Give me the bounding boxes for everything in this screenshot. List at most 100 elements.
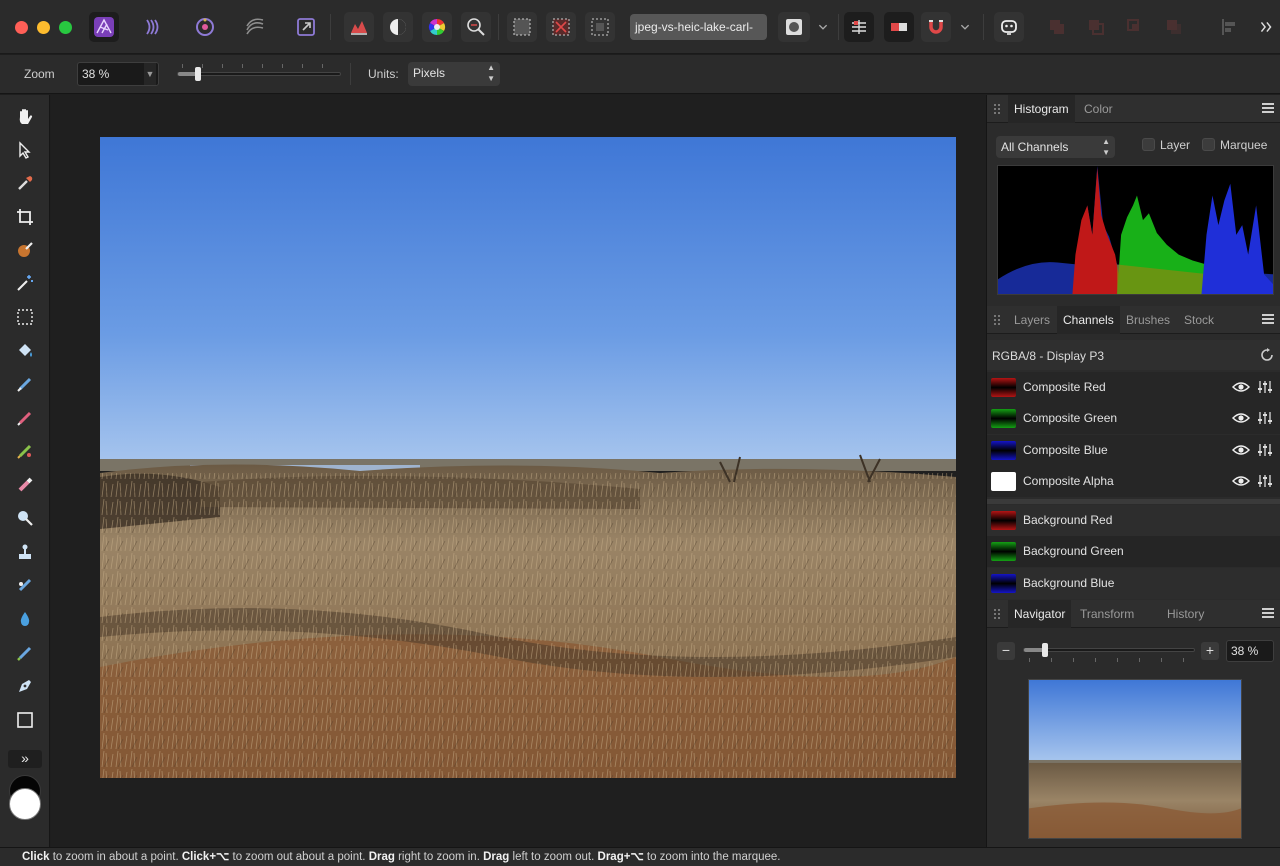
clone-tool[interactable] (12, 539, 38, 565)
canvas-area[interactable] (51, 95, 986, 847)
flood-fill-tool[interactable] (12, 338, 38, 364)
quick-mask-button[interactable] (778, 12, 810, 42)
channel-row[interactable]: Background Red (987, 505, 1280, 536)
inpainting-tool[interactable] (12, 640, 38, 666)
navigator-zoom-in-button[interactable]: + (1201, 642, 1219, 660)
develop-persona-button[interactable] (190, 12, 220, 42)
deselect-button[interactable] (546, 12, 576, 42)
personas-assistant-button[interactable] (994, 12, 1024, 42)
panel-menu-icon[interactable] (1262, 103, 1274, 115)
marquee-tool[interactable] (12, 304, 38, 330)
navigator-zoom-field[interactable]: 38 % (1226, 640, 1274, 662)
auto-colors-button[interactable] (422, 12, 452, 42)
tab-histogram[interactable]: Histogram (1008, 95, 1075, 123)
zoom-slider-thumb[interactable] (195, 67, 201, 81)
channel-label: Composite Alpha (1023, 473, 1114, 488)
boolean-add-button[interactable] (1042, 12, 1072, 42)
channel-row[interactable]: Composite Red (987, 372, 1280, 403)
channel-settings-icon[interactable] (1257, 410, 1273, 426)
navigator-slider-thumb[interactable] (1042, 643, 1048, 657)
channel-row[interactable]: Background Blue (987, 567, 1280, 599)
chevron-down-icon[interactable]: ▼ (144, 63, 156, 85)
levels-icon (351, 21, 367, 35)
navigator-zoom-out-button[interactable]: − (997, 642, 1015, 660)
navigator-preview[interactable] (1028, 679, 1242, 839)
visibility-eye-icon[interactable] (1232, 443, 1250, 457)
healing-brush-icon (18, 578, 32, 592)
quick-mask-dropdown[interactable] (813, 12, 833, 42)
channel-row[interactable]: Composite Alpha (987, 465, 1280, 497)
tab-navigator[interactable]: Navigator (1008, 600, 1072, 628)
tab-transform[interactable]: Transform (1074, 600, 1140, 628)
panel-grip-icon[interactable] (994, 104, 1000, 114)
histogram-channel-select[interactable]: All Channels ▲ ▼ (996, 136, 1115, 158)
healing-brush-tool[interactable] (12, 572, 38, 598)
primary-color-swatch[interactable] (9, 788, 41, 820)
blur-tool[interactable] (12, 606, 38, 632)
hand-tool[interactable] (12, 104, 38, 130)
tone-mapping-persona-button[interactable] (240, 12, 270, 42)
paint-mixer-tool[interactable] (12, 438, 38, 464)
boolean-subtract-button[interactable] (1081, 12, 1111, 42)
tab-color[interactable]: Color (1078, 95, 1119, 123)
tab-brushes[interactable]: Brushes (1120, 306, 1176, 334)
photo-persona-button[interactable] (89, 12, 119, 42)
boolean-intersect-button[interactable] (1120, 12, 1150, 42)
move-tool[interactable] (12, 137, 38, 163)
document-photo[interactable] (100, 137, 956, 778)
pen-tool[interactable] (12, 673, 38, 699)
units-select[interactable]: Pixels ▲ ▼ (408, 62, 500, 86)
select-all-button[interactable] (507, 12, 537, 42)
selection-brush-tool[interactable] (12, 237, 38, 263)
color-picker-tool[interactable] (12, 170, 38, 196)
crop-tool[interactable] (12, 204, 38, 230)
channel-settings-icon[interactable] (1257, 473, 1273, 489)
panel-menu-icon[interactable] (1262, 314, 1274, 326)
channel-row[interactable]: Composite Blue (987, 434, 1280, 466)
invert-selection-button[interactable] (585, 12, 615, 42)
align-button[interactable] (1214, 12, 1244, 42)
rectangle-tool[interactable] (12, 707, 38, 733)
panel-menu-icon[interactable] (1262, 608, 1274, 620)
channel-settings-icon[interactable] (1257, 442, 1273, 458)
zoom-field[interactable]: 38 % ▼ (77, 62, 159, 86)
erase-brush-tool[interactable] (12, 472, 38, 498)
snapping-dropdown[interactable] (955, 12, 975, 42)
refresh-icon[interactable] (1259, 347, 1275, 363)
tab-channels[interactable]: Channels (1057, 306, 1120, 334)
paint-brush-tool[interactable] (12, 371, 38, 397)
export-persona-button[interactable] (291, 12, 321, 42)
channel-settings-icon[interactable] (1257, 379, 1273, 395)
tab-history[interactable]: History (1161, 600, 1210, 628)
flood-select-tool[interactable] (12, 270, 38, 296)
tab-layers[interactable]: Layers (1008, 306, 1056, 334)
panel-grip-icon[interactable] (994, 609, 1000, 619)
channel-row[interactable]: Composite Green (987, 403, 1280, 435)
mirror-button[interactable] (884, 12, 914, 42)
visibility-eye-icon[interactable] (1232, 411, 1250, 425)
channel-row[interactable]: Background Green (987, 536, 1280, 568)
marquee-checkbox[interactable] (1202, 138, 1215, 151)
toolbar-overflow-button[interactable] (1256, 12, 1276, 42)
auto-levels-button[interactable] (344, 12, 374, 42)
layer-checkbox[interactable] (1142, 138, 1155, 151)
zoom-window-button[interactable] (59, 21, 72, 34)
minimize-window-button[interactable] (37, 21, 50, 34)
document-tab[interactable]: jpeg-vs-heic-lake-carl- (630, 14, 767, 40)
close-window-button[interactable] (15, 21, 28, 34)
tab-stock[interactable]: Stock (1178, 306, 1220, 334)
auto-contrast-button[interactable] (383, 12, 413, 42)
visibility-eye-icon[interactable] (1232, 474, 1250, 488)
assistant-button[interactable] (844, 12, 874, 42)
visibility-eye-icon[interactable] (1232, 380, 1250, 394)
liquify-persona-button[interactable] (138, 12, 168, 42)
more-tools-button[interactable]: » (8, 750, 42, 768)
navigator-zoom-slider[interactable] (1023, 643, 1195, 657)
dodge-tool[interactable] (12, 505, 38, 531)
zoom-slider[interactable] (177, 67, 341, 81)
boolean-xor-button[interactable] (1159, 12, 1189, 42)
auto-white-balance-button[interactable] (461, 12, 491, 42)
pixel-tool[interactable] (12, 405, 38, 431)
panel-grip-icon[interactable] (994, 315, 1000, 325)
snapping-button[interactable] (921, 12, 951, 42)
